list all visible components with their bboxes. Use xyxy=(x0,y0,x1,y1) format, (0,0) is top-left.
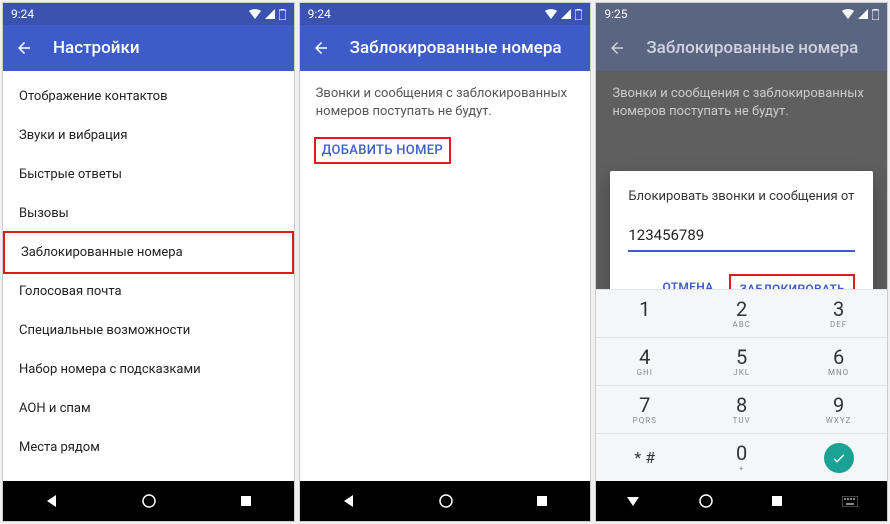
nav-recent-icon[interactable] xyxy=(770,494,784,508)
status-bar: 9:25 xyxy=(596,3,887,25)
keypad-key-6[interactable]: 6MNO xyxy=(790,337,887,385)
back-button xyxy=(608,39,626,57)
phone-blocked-list: 9:24 Заблокированные номера Звонки и соо… xyxy=(299,2,592,522)
keypad-key-3[interactable]: 3DEF xyxy=(790,289,887,337)
phone-settings: 9:24 Настройки Отображение контактов Зву… xyxy=(2,2,295,522)
nav-bar xyxy=(596,481,887,521)
keypad-key-9[interactable]: 9WXYZ xyxy=(790,385,887,433)
keypad-key-2[interactable]: 2ABC xyxy=(693,289,790,337)
status-icons xyxy=(249,9,286,20)
settings-item[interactable]: Специальные возможности xyxy=(3,311,294,350)
keypad-key-[interactable]: * # xyxy=(596,433,693,481)
keypad-key-4[interactable]: 4GHI xyxy=(596,337,693,385)
keypad-key-0[interactable]: 0+ xyxy=(693,433,790,481)
numeric-keypad: 1 2ABC3DEF 4GHI5JKL6MNO 7PQRS8TUV9WXYZ * #0… xyxy=(596,289,887,481)
arrow-back-icon xyxy=(312,39,330,57)
app-bar-dimmed: Заблокированные номера xyxy=(596,25,887,71)
nav-back-icon-down[interactable] xyxy=(625,493,641,509)
appbar-title: Заблокированные номера xyxy=(646,38,858,58)
signal-icon xyxy=(265,9,275,19)
nav-bar xyxy=(300,481,591,521)
status-time: 9:24 xyxy=(11,7,249,21)
settings-content: Отображение контактов Звуки и вибрация Б… xyxy=(3,71,294,481)
keypad-done[interactable] xyxy=(790,433,887,481)
nav-recent-icon[interactable] xyxy=(535,494,549,508)
nav-bar xyxy=(3,481,294,521)
dimmed-content: Звонки и сообщения с заблокированных ном… xyxy=(596,71,887,521)
status-bar: 9:24 xyxy=(300,3,591,25)
signal-icon xyxy=(561,9,571,19)
wifi-icon xyxy=(545,9,557,19)
settings-item[interactable]: Отображение контактов xyxy=(3,77,294,116)
settings-list: Отображение контактов Звуки и вибрация Б… xyxy=(3,71,294,473)
wifi-icon xyxy=(249,9,261,19)
wifi-icon xyxy=(842,9,854,19)
nav-back-icon[interactable] xyxy=(44,493,60,509)
appbar-title: Настройки xyxy=(53,38,140,58)
arrow-back-icon xyxy=(15,39,33,57)
status-icons xyxy=(842,9,879,20)
back-button[interactable] xyxy=(312,39,330,57)
add-number-button[interactable]: ДОБАВИТЬ НОМЕР xyxy=(314,137,451,164)
keypad-key-8[interactable]: 8TUV xyxy=(693,385,790,433)
settings-item[interactable]: Вызовы xyxy=(3,194,294,233)
battery-icon xyxy=(279,9,286,20)
appbar-title: Заблокированные номера xyxy=(350,38,562,58)
nav-home-icon[interactable] xyxy=(699,494,713,508)
info-text: Звонки и сообщения с заблокированных ном… xyxy=(300,71,591,129)
nav-home-icon[interactable] xyxy=(439,494,453,508)
settings-item[interactable]: Звуки и вибрация xyxy=(3,116,294,155)
keyboard-icon[interactable] xyxy=(842,496,858,507)
nav-back-icon[interactable] xyxy=(341,493,357,509)
settings-item[interactable]: Голосовая почта xyxy=(3,272,294,311)
settings-item[interactable]: Места рядом xyxy=(3,428,294,467)
settings-item-blocked-numbers[interactable]: Заблокированные номера xyxy=(3,231,294,274)
blocked-content: Звонки и сообщения с заблокированных ном… xyxy=(300,71,591,481)
app-bar: Настройки xyxy=(3,25,294,71)
dialog-title: Блокировать звонки и сообщения от xyxy=(628,189,855,204)
keypad-key-1[interactable]: 1 xyxy=(596,289,693,337)
status-time: 9:24 xyxy=(308,7,546,21)
battery-icon xyxy=(575,9,582,20)
nav-recent-icon[interactable] xyxy=(239,494,253,508)
phone-block-dialog: 9:25 Заблокированные номера Звонки и соо… xyxy=(595,2,888,522)
status-icons xyxy=(545,9,582,20)
status-bar: 9:24 xyxy=(3,3,294,25)
app-bar: Заблокированные номера xyxy=(300,25,591,71)
settings-item[interactable]: Набор номера с подсказками xyxy=(3,350,294,389)
info-text-dimmed: Звонки и сообщения с заблокированных ном… xyxy=(596,71,887,129)
settings-item[interactable]: Быстрые ответы xyxy=(3,155,294,194)
signal-icon xyxy=(858,9,868,19)
phone-number-input[interactable]: 123456789 xyxy=(628,222,855,252)
arrow-back-icon xyxy=(608,39,626,57)
keypad-key-5[interactable]: 5JKL xyxy=(693,337,790,385)
keypad-key-7[interactable]: 7PQRS xyxy=(596,385,693,433)
status-time: 9:25 xyxy=(604,7,842,21)
nav-home-icon[interactable] xyxy=(142,494,156,508)
battery-icon xyxy=(872,9,879,20)
check-icon xyxy=(824,443,854,473)
settings-item[interactable]: АОН и спам xyxy=(3,389,294,428)
back-button[interactable] xyxy=(15,39,33,57)
